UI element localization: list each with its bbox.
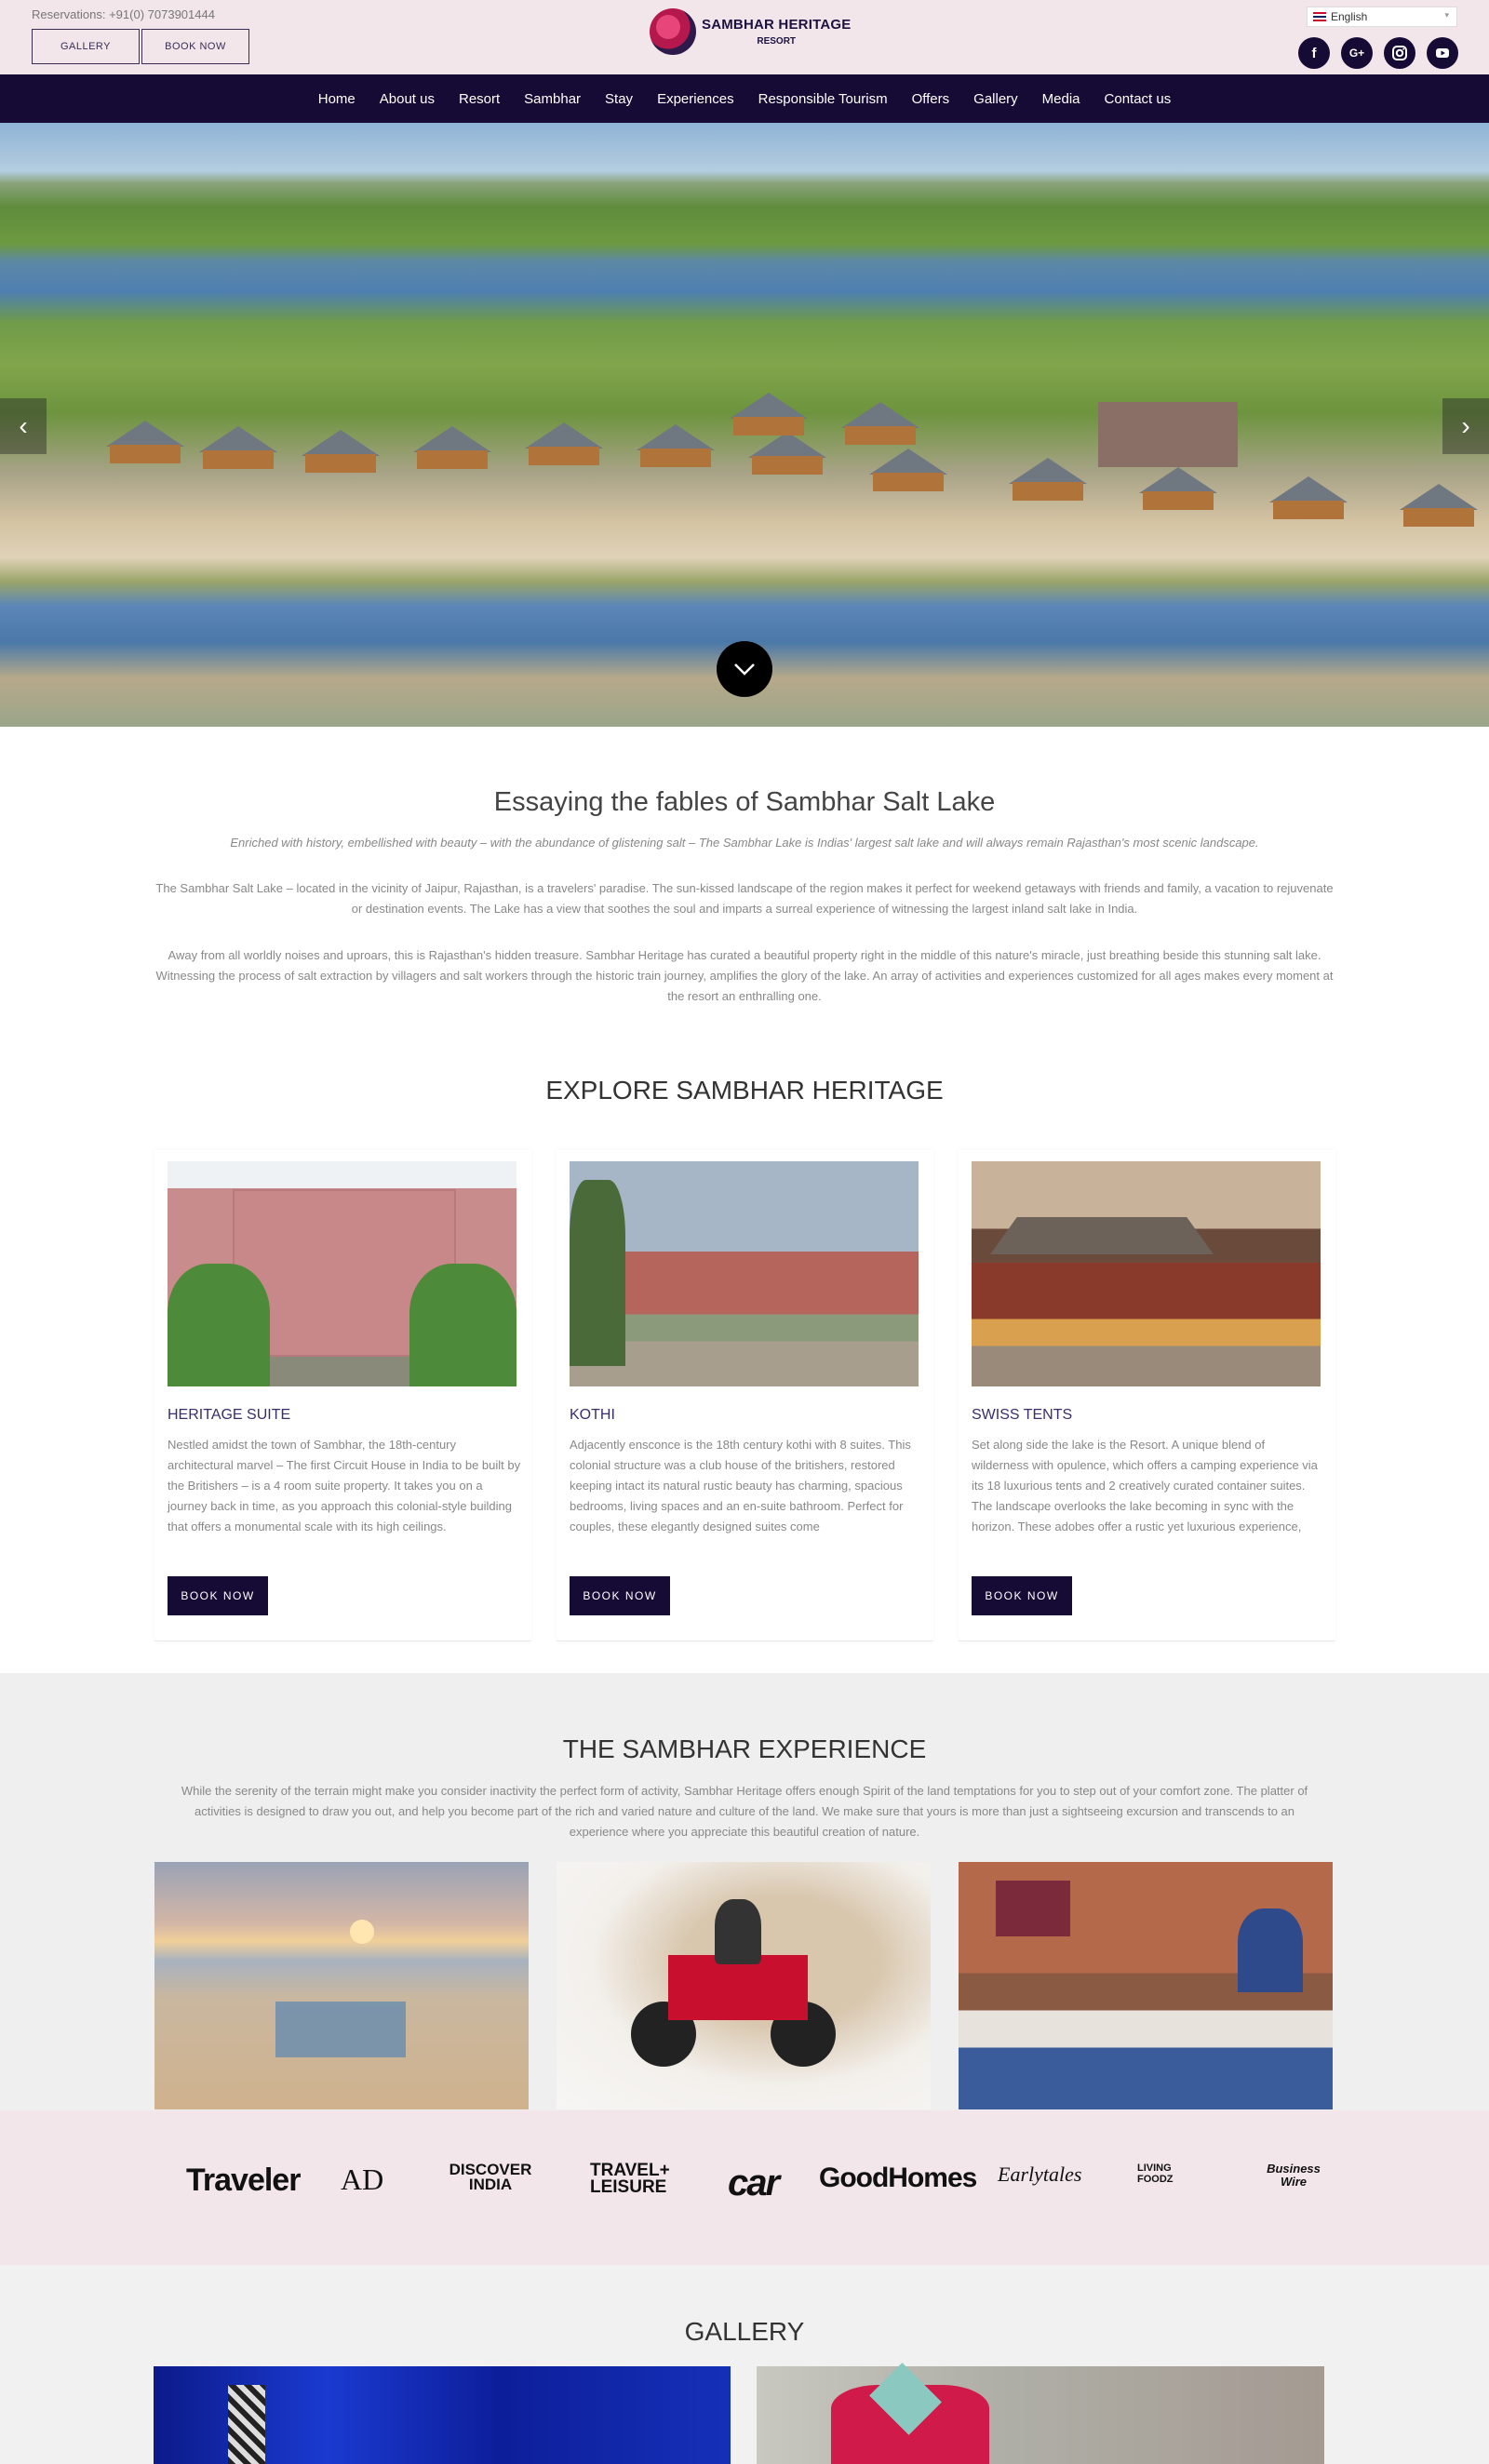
gallery-button[interactable]: GALLERY: [32, 29, 140, 64]
experience-heading: THE SAMBHAR EXPERIENCE: [562, 1734, 927, 1763]
press-logo-earlytales: Earlytales: [998, 2163, 1082, 2186]
facebook-icon[interactable]: f: [1298, 37, 1330, 69]
tent-image: [865, 449, 951, 493]
book-now-button[interactable]: BOOK NOW: [141, 29, 249, 64]
nav-gallery[interactable]: Gallery: [973, 91, 1018, 107]
nav-offers[interactable]: Offers: [912, 91, 950, 107]
press-logo-travel-leisure: TRAVEL+ LEISURE: [590, 2161, 670, 2197]
atv-ride-image[interactable]: [557, 1862, 931, 2109]
hero-slider: ‹ ›: [0, 123, 1489, 727]
intro-tagline: Enriched with history, embellished with …: [230, 836, 1259, 850]
language-select[interactable]: English ▾: [1307, 7, 1457, 27]
nav-home[interactable]: Home: [318, 91, 355, 107]
press-logo-goodhomes: GoodHomes: [819, 2163, 977, 2193]
nav-sambhar[interactable]: Sambhar: [524, 91, 581, 107]
book-now-button[interactable]: BOOK NOW: [168, 1576, 268, 1615]
tent-image: [409, 426, 495, 471]
press-logo-ad: AD: [341, 2163, 384, 2196]
intro-paragraph-2: Away from all worldly noises and uproars…: [155, 948, 1334, 1003]
tent-image: [838, 402, 923, 447]
tent-image: [521, 422, 607, 467]
gallery-image-chair[interactable]: [757, 2363, 1324, 2464]
room-card-kothi: KOTHI Adjacently ensconce is the 18th ce…: [557, 1150, 933, 1641]
explore-heading: EXPLORE SAMBHAR HERITAGE: [545, 1076, 944, 1105]
press-logo-car: car: [728, 2163, 780, 2203]
room-card-swiss-tents: SWISS TENTS Set along side the lake is t…: [959, 1150, 1335, 1641]
card-description: Adjacently ensconce is the 18th century …: [570, 1438, 911, 1533]
room-card-heritage-suite: HERITAGE SUITE Nestled amidst the town o…: [154, 1150, 531, 1641]
tent-image: [726, 393, 812, 437]
site-logo[interactable]: SAMBHAR HERITAGE RESORT: [650, 8, 851, 55]
card-description: Set along side the lake is the Resort. A…: [972, 1438, 1318, 1533]
kothi-image[interactable]: [570, 1161, 919, 1386]
card-description: Nestled amidst the town of Sambhar, the …: [168, 1438, 521, 1533]
chevron-down-icon: ▾: [1444, 10, 1449, 20]
tent-image: [298, 430, 383, 475]
experience-text: While the serenity of the terrain might …: [181, 1784, 1308, 1839]
tent-image: [633, 424, 718, 469]
press-logo-discover-india: DISCOVER INDIA: [449, 2161, 532, 2193]
nav-contact-us[interactable]: Contact us: [1105, 91, 1172, 107]
top-bar: Reservations: +91(0) 7073901444 GALLERY …: [0, 0, 1489, 74]
main-nav: Home About us Resort Sambhar Stay Experi…: [0, 74, 1489, 123]
logo-title: SAMBHAR HERITAGE: [702, 17, 852, 33]
tent-image: [1266, 476, 1351, 521]
card-title[interactable]: KOTHI: [570, 1407, 615, 1424]
card-title[interactable]: SWISS TENTS: [972, 1407, 1072, 1424]
tent-image: [1005, 458, 1091, 502]
nav-stay[interactable]: Stay: [605, 91, 633, 107]
nav-resort[interactable]: Resort: [459, 91, 500, 107]
intro-heading: Essaying the fables of Sambhar Salt Lake: [493, 787, 996, 817]
language-label: English: [1331, 10, 1368, 23]
nav-media[interactable]: Media: [1042, 91, 1080, 107]
lake-dining-image[interactable]: [154, 1862, 529, 2109]
tent-image: [102, 421, 188, 465]
gallery-heading: GALLERY: [684, 2317, 805, 2346]
resort-building-image: [1098, 402, 1238, 467]
intro-paragraph-1: The Sambhar Salt Lake – located in the v…: [155, 881, 1334, 916]
google-plus-icon[interactable]: G+: [1341, 37, 1373, 69]
logo-subtitle: RESORT: [757, 35, 797, 47]
tent-image: [744, 432, 830, 476]
swiss-tents-image[interactable]: [972, 1161, 1321, 1386]
book-now-button[interactable]: BOOK NOW: [570, 1576, 670, 1615]
reservation-phone[interactable]: Reservations: +91(0) 7073901444: [32, 7, 215, 21]
book-now-button[interactable]: BOOK NOW: [972, 1576, 1072, 1615]
tent-image: [195, 426, 281, 471]
nav-about-us[interactable]: About us: [380, 91, 435, 107]
card-title[interactable]: HERITAGE SUITE: [168, 1407, 290, 1424]
nav-experiences[interactable]: Experiences: [657, 91, 734, 107]
press-logo-traveler: Traveler: [186, 2163, 301, 2198]
tent-image: [1396, 484, 1482, 529]
press-logo-business-wire: Business Wire: [1267, 2162, 1321, 2189]
room-interior-image[interactable]: [959, 1862, 1333, 2109]
nav-responsible-tourism[interactable]: Responsible Tourism: [758, 91, 888, 107]
instagram-icon[interactable]: [1384, 37, 1415, 69]
slider-next-icon[interactable]: ›: [1442, 398, 1489, 454]
heritage-suite-image[interactable]: [168, 1161, 516, 1386]
press-logo-living-foodz: LIVING FOODZ: [1137, 2163, 1174, 2185]
tent-image: [1135, 467, 1221, 512]
slider-prev-icon[interactable]: ‹: [0, 398, 47, 454]
gallery-image-blue-room[interactable]: [154, 2366, 731, 2464]
youtube-icon[interactable]: [1427, 37, 1458, 69]
uk-flag-icon: [1313, 12, 1326, 21]
logo-emblem-icon: [650, 8, 696, 55]
scroll-down-icon[interactable]: [717, 641, 772, 697]
